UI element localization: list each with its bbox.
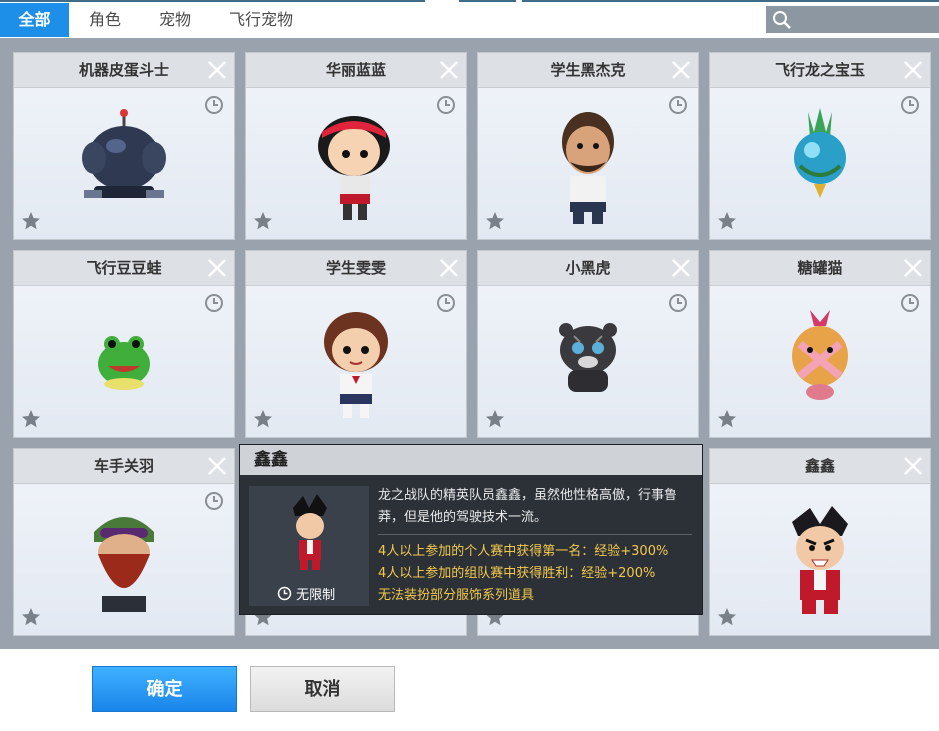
item-name: 糖罐猫 <box>710 251 930 286</box>
tooltip-title: 鑫鑫 <box>240 445 702 475</box>
clock-icon <box>205 96 223 114</box>
girl-red-headband-figure <box>318 116 390 220</box>
close-icon[interactable] <box>438 257 460 279</box>
item-card[interactable]: 飞行豆豆蛙 <box>13 250 235 438</box>
favorite-star-icon[interactable] <box>253 211 273 231</box>
close-icon[interactable] <box>902 59 924 81</box>
black-tiger-figure <box>559 323 617 392</box>
item-name: 小黑虎 <box>478 251 698 286</box>
robot-bomb-figure <box>82 109 166 198</box>
item-card[interactable]: 车手关羽 <box>13 448 235 636</box>
dragon-jewel-figure <box>794 108 846 198</box>
bearded-racer-figure <box>94 517 154 612</box>
tooltip-bonus: 4人以上参加的组队赛中获得胜利：经验+200% <box>378 566 656 581</box>
item-card[interactable]: 华丽蓝蓝 <box>245 52 467 240</box>
close-icon[interactable] <box>206 257 228 279</box>
schoolgirl-figure <box>324 312 388 418</box>
item-tooltip: 鑫鑫 无限制 龙之战队的精英队员鑫鑫，虽然他性格高傲，行事鲁莽，但是他的驾驶技术… <box>239 444 703 615</box>
item-name: 学生黑杰克 <box>478 53 698 88</box>
item-name: 华丽蓝蓝 <box>246 53 466 88</box>
close-icon[interactable] <box>902 257 924 279</box>
item-name: 机器皮蛋斗士 <box>14 53 234 88</box>
clock-icon <box>437 96 455 114</box>
tooltip-bonus: 无法装扮部分服饰系列道具 <box>378 588 535 603</box>
search-input[interactable] <box>766 6 939 33</box>
xinxin-figure <box>293 494 327 570</box>
item-card[interactable]: 鑫鑫 <box>709 448 931 636</box>
clock-icon <box>901 96 919 114</box>
candy-cat-figure <box>792 310 848 400</box>
confirm-button[interactable]: 确定 <box>92 666 237 712</box>
item-preview <box>710 484 930 635</box>
item-card[interactable]: 糖罐猫 <box>709 250 931 438</box>
item-preview <box>14 286 234 437</box>
favorite-star-icon[interactable] <box>717 211 737 231</box>
top-bar: 全部 角色 宠物 飞行宠物 <box>0 0 939 38</box>
item-preview <box>710 88 930 239</box>
favorite-star-icon[interactable] <box>485 409 505 429</box>
clock-icon <box>277 586 292 601</box>
clock-icon <box>205 294 223 312</box>
item-preview <box>246 88 466 239</box>
item-preview <box>478 286 698 437</box>
close-icon[interactable] <box>670 257 692 279</box>
item-card[interactable]: 学生黑杰克 <box>477 52 699 240</box>
favorite-star-icon[interactable] <box>21 607 41 627</box>
clock-icon <box>205 492 223 510</box>
item-card[interactable]: 飞行龙之宝玉 <box>709 52 931 240</box>
top-border <box>459 0 516 2</box>
top-border <box>522 0 939 2</box>
close-icon[interactable] <box>438 59 460 81</box>
tooltip-description: 龙之战队的精英队员鑫鑫，虽然他性格高傲，行事鲁莽，但是他的驾驶技术一流。 <box>378 488 678 525</box>
clock-icon <box>901 294 919 312</box>
cancel-button[interactable]: 取消 <box>250 666 395 712</box>
item-name: 学生雯雯 <box>246 251 466 286</box>
close-icon[interactable] <box>902 455 924 477</box>
item-preview <box>478 88 698 239</box>
favorite-star-icon[interactable] <box>717 409 737 429</box>
divider <box>378 534 692 535</box>
item-name: 飞行龙之宝玉 <box>710 53 930 88</box>
favorite-star-icon[interactable] <box>21 211 41 231</box>
favorite-star-icon[interactable] <box>717 607 737 627</box>
time-limit-label: 无限制 <box>296 588 336 603</box>
item-name: 鑫鑫 <box>710 449 930 484</box>
favorite-star-icon[interactable] <box>485 211 505 231</box>
tab-characters[interactable]: 角色 <box>78 3 132 37</box>
item-preview <box>710 286 930 437</box>
tooltip-bonus: 4人以上参加的个人赛中获得第一名：经验+300% <box>378 544 669 559</box>
close-icon[interactable] <box>206 59 228 81</box>
item-preview <box>14 484 234 635</box>
xinxin-figure <box>792 506 848 614</box>
tab-all[interactable]: 全部 <box>0 3 69 37</box>
green-frog-figure <box>98 336 150 390</box>
search-icon[interactable] <box>772 10 792 30</box>
item-name: 车手关羽 <box>14 449 234 484</box>
top-border <box>0 0 425 2</box>
tab-pets[interactable]: 宠物 <box>148 3 202 37</box>
close-icon[interactable] <box>670 59 692 81</box>
favorite-star-icon[interactable] <box>253 409 273 429</box>
item-preview <box>246 286 466 437</box>
item-card[interactable]: 学生雯雯 <box>245 250 467 438</box>
tooltip-preview: 无限制 <box>249 486 369 606</box>
item-card[interactable]: 小黑虎 <box>477 250 699 438</box>
clock-icon <box>437 294 455 312</box>
tab-flying-pets[interactable]: 飞行宠物 <box>220 3 302 37</box>
mustache-man-figure <box>562 112 614 224</box>
item-card[interactable]: 机器皮蛋斗士 <box>13 52 235 240</box>
favorite-star-icon[interactable] <box>21 409 41 429</box>
clock-icon <box>669 294 687 312</box>
item-preview <box>14 88 234 239</box>
time-limit: 无限制 <box>277 586 367 604</box>
item-name: 飞行豆豆蛙 <box>14 251 234 286</box>
clock-icon <box>669 96 687 114</box>
close-icon[interactable] <box>206 455 228 477</box>
